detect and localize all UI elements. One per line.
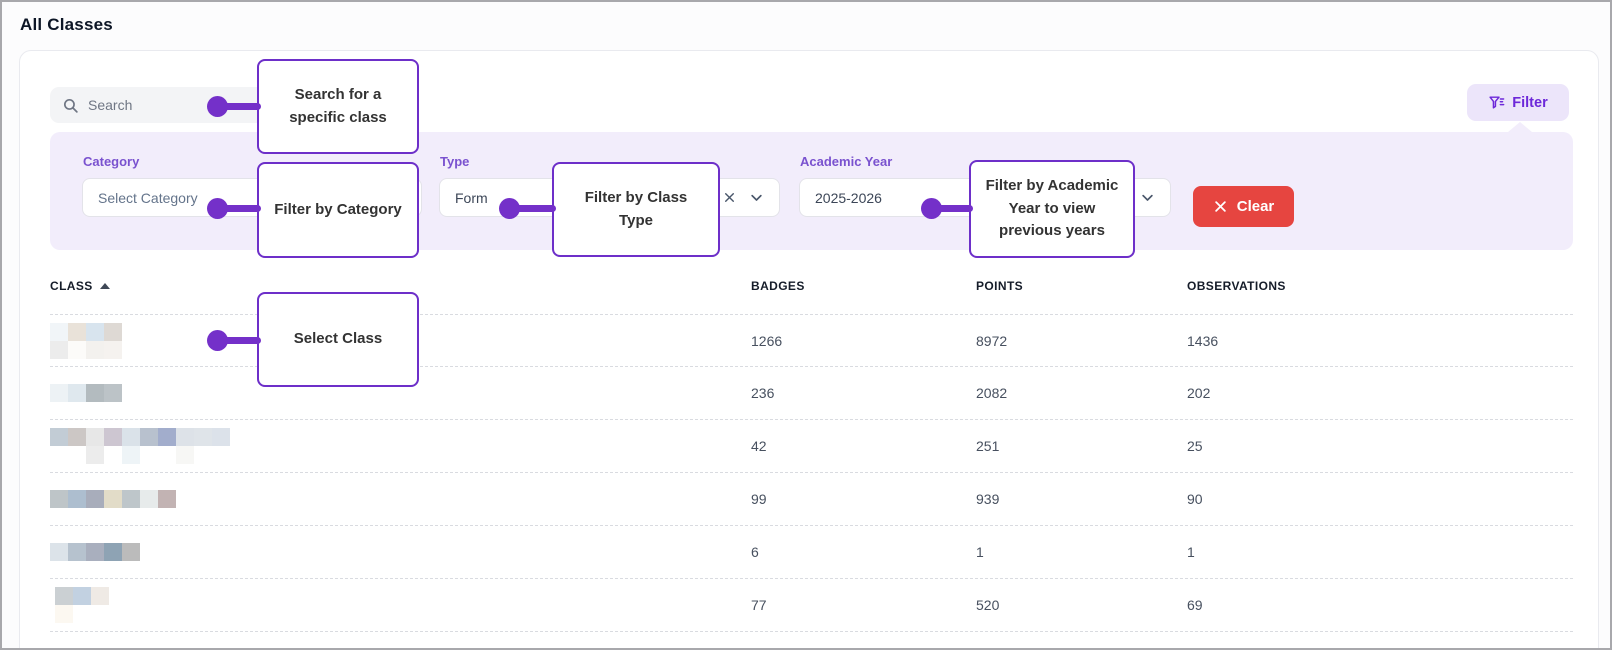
academic-year-chevron-down-icon[interactable]: [1140, 190, 1155, 205]
badges-cell: 77: [751, 597, 976, 613]
filter-icon: [1488, 94, 1505, 111]
column-header-observations: OBSERVATIONS: [1187, 279, 1573, 293]
observations-cell: 1436: [1187, 333, 1573, 349]
sort-ascending-icon: [100, 283, 110, 289]
annotation-text: Search for a specific class: [272, 84, 404, 129]
annotation-search: Search for a specific class: [257, 59, 419, 154]
annotation-class-type: Filter by Class Type: [552, 162, 720, 257]
points-cell: 1: [976, 544, 1187, 560]
page-title: All Classes: [20, 15, 113, 35]
annotation-connector: [507, 205, 556, 212]
class-name-redacted: [50, 428, 751, 464]
observations-cell: 202: [1187, 385, 1573, 401]
category-value: Select Category: [98, 190, 198, 206]
classes-card: Search Filter Category Select Category T…: [19, 50, 1599, 650]
annotation-connector: [215, 337, 261, 344]
search-placeholder: Search: [88, 97, 132, 113]
points-cell: 251: [976, 438, 1187, 454]
annotation-text: Filter by Category: [274, 199, 402, 222]
annotation-text: Select Class: [294, 328, 382, 351]
annotation-text: Filter by Academic Year to view previous…: [984, 175, 1120, 243]
app-window: All Classes Search Filter Category: [0, 0, 1612, 650]
filter-panel-arrow: [1508, 122, 1532, 132]
table-row[interactable]: 99 939 90: [50, 473, 1573, 526]
column-header-badges: BADGES: [751, 279, 976, 293]
observations-cell: 90: [1187, 491, 1573, 507]
points-cell: 2082: [976, 385, 1187, 401]
type-clear-icon[interactable]: [723, 191, 736, 204]
points-cell: 8972: [976, 333, 1187, 349]
points-cell: 520: [976, 597, 1187, 613]
annotation-connector: [215, 103, 261, 110]
observations-cell: 1: [1187, 544, 1573, 560]
type-chevron-down-icon[interactable]: [749, 190, 764, 205]
table-row[interactable]: 77 520 69: [50, 579, 1573, 632]
class-name-redacted: [50, 543, 751, 561]
annotation-academic-year: Filter by Academic Year to view previous…: [969, 160, 1135, 258]
annotation-text: Filter by Class Type: [567, 187, 705, 232]
badges-cell: 236: [751, 385, 976, 401]
badges-cell: 42: [751, 438, 976, 454]
badges-cell: 1266: [751, 333, 976, 349]
annotation-category: Filter by Category: [257, 162, 419, 258]
class-name-redacted: [50, 490, 751, 508]
observations-cell: 25: [1187, 438, 1573, 454]
filter-button[interactable]: Filter: [1467, 84, 1569, 121]
academic-year-value: 2025-2026: [815, 190, 882, 206]
filter-button-label: Filter: [1512, 95, 1547, 111]
badges-cell: 6: [751, 544, 976, 560]
column-header-class[interactable]: CLASS: [50, 279, 751, 293]
clear-x-icon: [1213, 199, 1228, 214]
search-icon: [62, 97, 79, 114]
clear-filters-button[interactable]: Clear: [1193, 186, 1294, 227]
clear-button-label: Clear: [1237, 198, 1275, 215]
column-header-points: POINTS: [976, 279, 1187, 293]
observations-cell: 69: [1187, 597, 1573, 613]
table-row[interactable]: 6 1 1: [50, 526, 1573, 579]
table-row[interactable]: 42 251 25: [50, 420, 1573, 473]
points-cell: 939: [976, 491, 1187, 507]
annotation-connector: [929, 205, 973, 212]
annotation-select-class: Select Class: [257, 292, 419, 387]
badges-cell: 99: [751, 491, 976, 507]
annotation-connector: [215, 205, 261, 212]
type-value: Form: [455, 190, 488, 206]
class-name-redacted: [50, 587, 751, 623]
